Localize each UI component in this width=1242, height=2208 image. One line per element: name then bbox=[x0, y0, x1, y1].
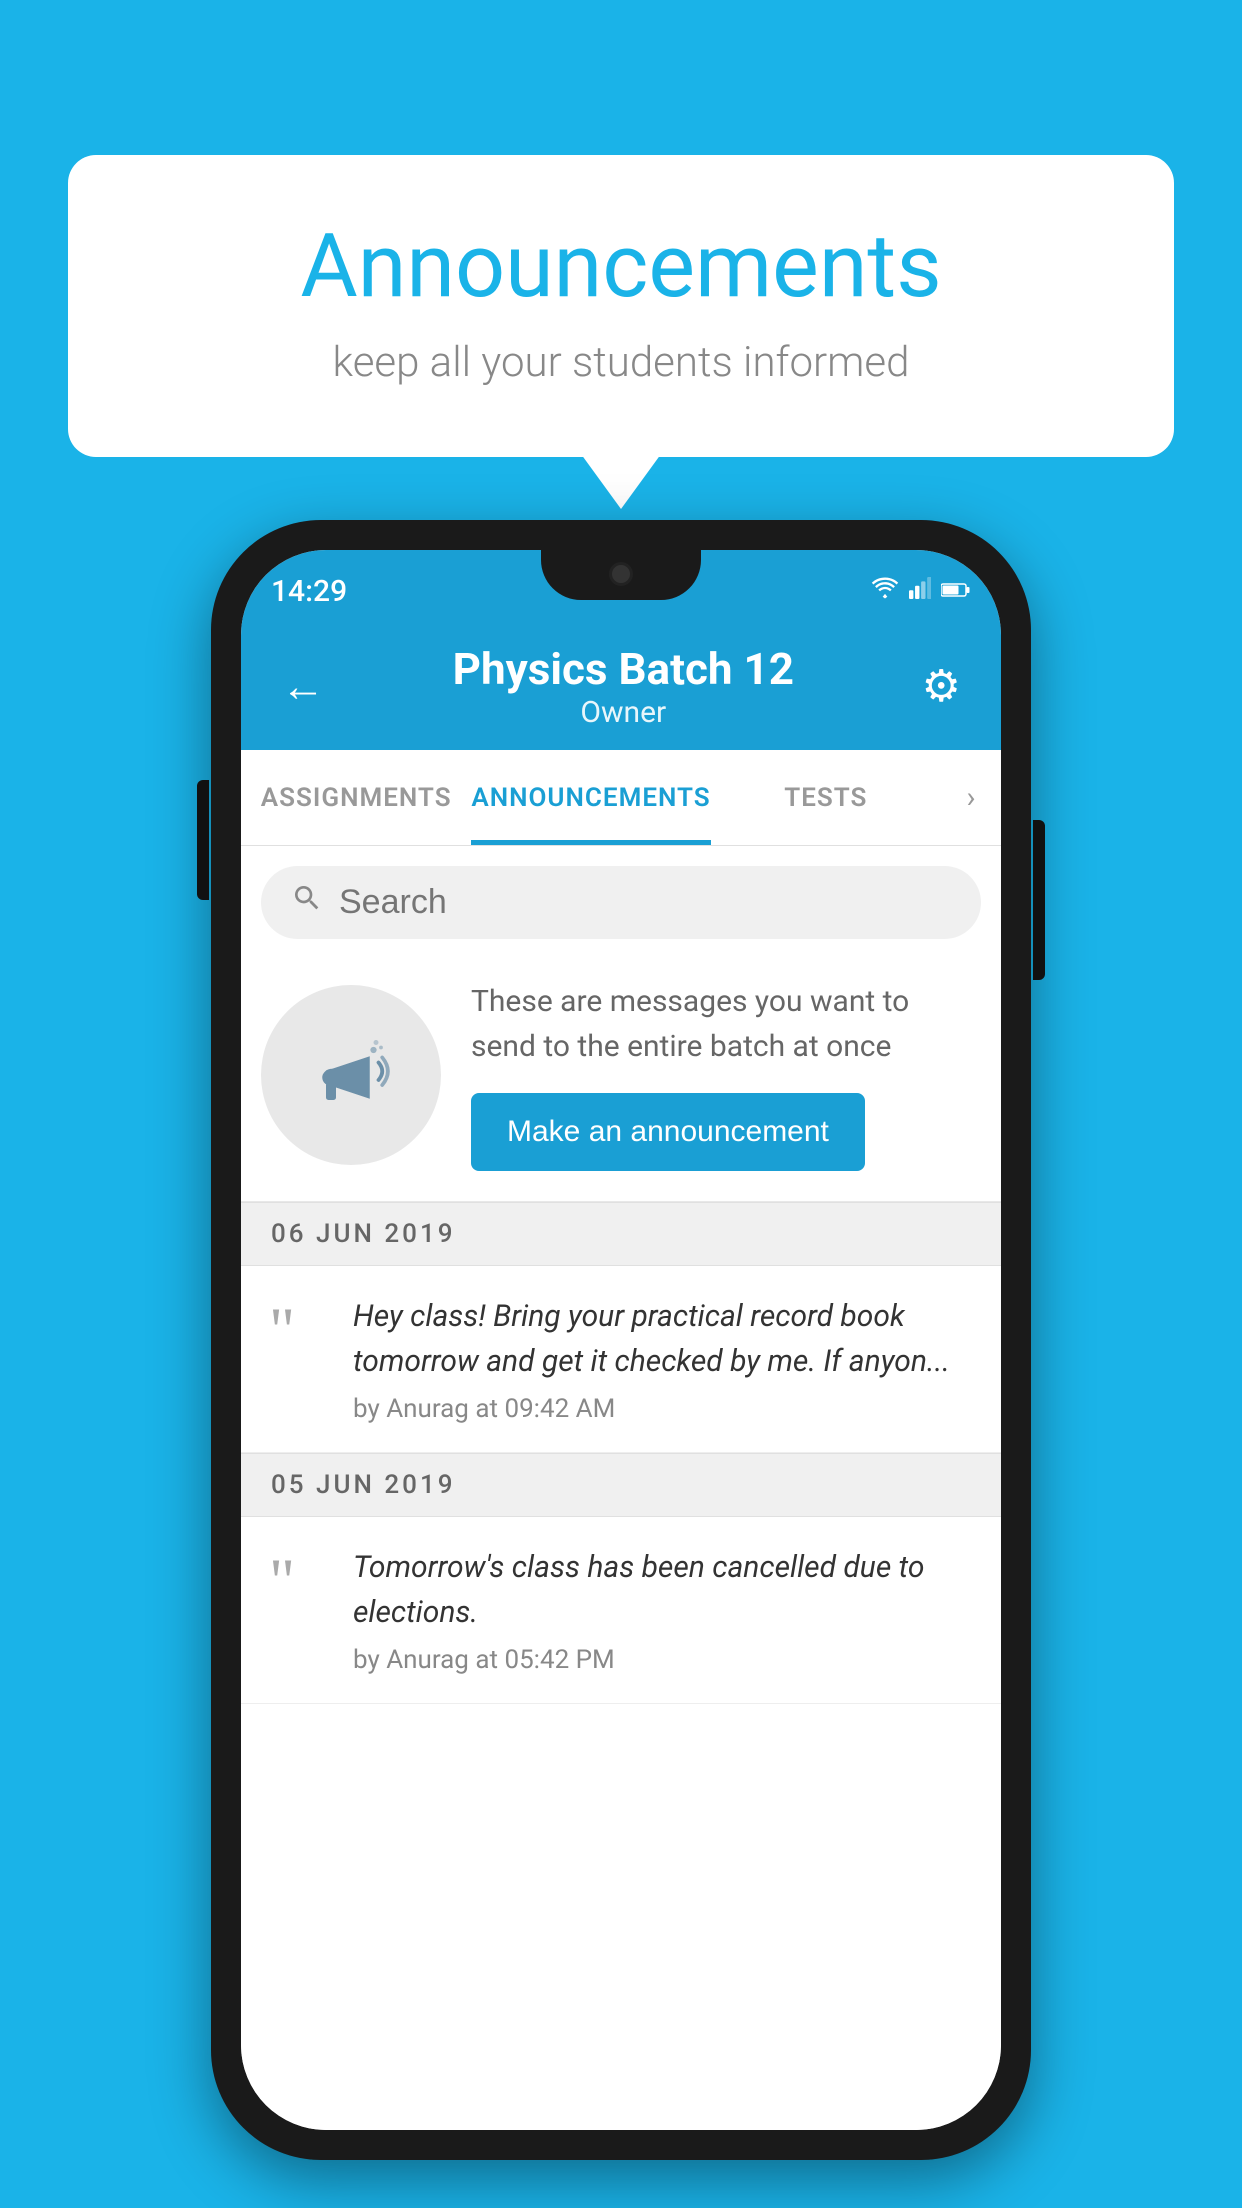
announcement-promo: These are messages you want to send to t… bbox=[241, 949, 1001, 1202]
phone: 14:29 bbox=[211, 520, 1031, 2160]
app-bar: ← Physics Batch 12 Owner ⚙ bbox=[241, 622, 1001, 750]
quote-icon-2: " bbox=[269, 1549, 329, 1613]
app-bar-subtitle: Owner bbox=[335, 695, 912, 730]
announcement-meta-2: by Anurag at 05:42 PM bbox=[353, 1645, 981, 1675]
speech-bubble-title: Announcements bbox=[148, 215, 1094, 318]
announcement-meta-1: by Anurag at 09:42 AM bbox=[353, 1394, 981, 1424]
speech-bubble-container: Announcements keep all your students inf… bbox=[68, 155, 1174, 457]
promo-description: These are messages you want to send to t… bbox=[471, 979, 981, 1069]
battery-icon bbox=[941, 577, 971, 605]
status-time: 14:29 bbox=[271, 574, 347, 609]
app-bar-title: Physics Batch 12 bbox=[335, 643, 912, 695]
search-input[interactable] bbox=[339, 883, 951, 922]
promo-icon bbox=[261, 985, 441, 1165]
back-button[interactable]: ← bbox=[271, 650, 335, 722]
announcement-item-1[interactable]: " Hey class! Bring your practical record… bbox=[241, 1266, 1001, 1453]
wifi-icon bbox=[871, 577, 899, 605]
tab-announcements[interactable]: ANNOUNCEMENTS bbox=[471, 750, 710, 845]
status-icons bbox=[871, 577, 971, 605]
tab-tests[interactable]: TESTS bbox=[711, 750, 941, 845]
announcement-content-2: Tomorrow's class has been cancelled due … bbox=[353, 1545, 981, 1675]
settings-button[interactable]: ⚙ bbox=[912, 650, 971, 722]
speech-bubble: Announcements keep all your students inf… bbox=[68, 155, 1174, 457]
signal-icon bbox=[909, 577, 931, 605]
announcement-text-2: Tomorrow's class has been cancelled due … bbox=[353, 1545, 981, 1635]
search-bar[interactable] bbox=[261, 866, 981, 939]
phone-notch bbox=[541, 550, 701, 600]
phone-outer: 14:29 bbox=[211, 520, 1031, 2160]
announcement-text-1: Hey class! Bring your practical record b… bbox=[353, 1294, 981, 1384]
tab-more[interactable]: › bbox=[941, 750, 1001, 845]
app-bar-center: Physics Batch 12 Owner bbox=[335, 643, 912, 730]
content-area: These are messages you want to send to t… bbox=[241, 846, 1001, 2130]
tab-assignments[interactable]: ASSIGNMENTS bbox=[241, 750, 471, 845]
announcement-item-2[interactable]: " Tomorrow's class has been cancelled du… bbox=[241, 1517, 1001, 1704]
quote-icon-1: " bbox=[269, 1298, 329, 1362]
phone-screen: 14:29 bbox=[241, 550, 1001, 2130]
speech-bubble-subtitle: keep all your students informed bbox=[148, 338, 1094, 387]
announcement-content-1: Hey class! Bring your practical record b… bbox=[353, 1294, 981, 1424]
make-announcement-button[interactable]: Make an announcement bbox=[471, 1093, 865, 1171]
promo-content: These are messages you want to send to t… bbox=[471, 979, 981, 1171]
date-separator-1: 06 JUN 2019 bbox=[241, 1202, 1001, 1266]
notch-camera bbox=[609, 562, 633, 586]
search-icon bbox=[291, 882, 323, 923]
date-separator-2: 05 JUN 2019 bbox=[241, 1453, 1001, 1517]
tabs-bar: ASSIGNMENTS ANNOUNCEMENTS TESTS › bbox=[241, 750, 1001, 846]
